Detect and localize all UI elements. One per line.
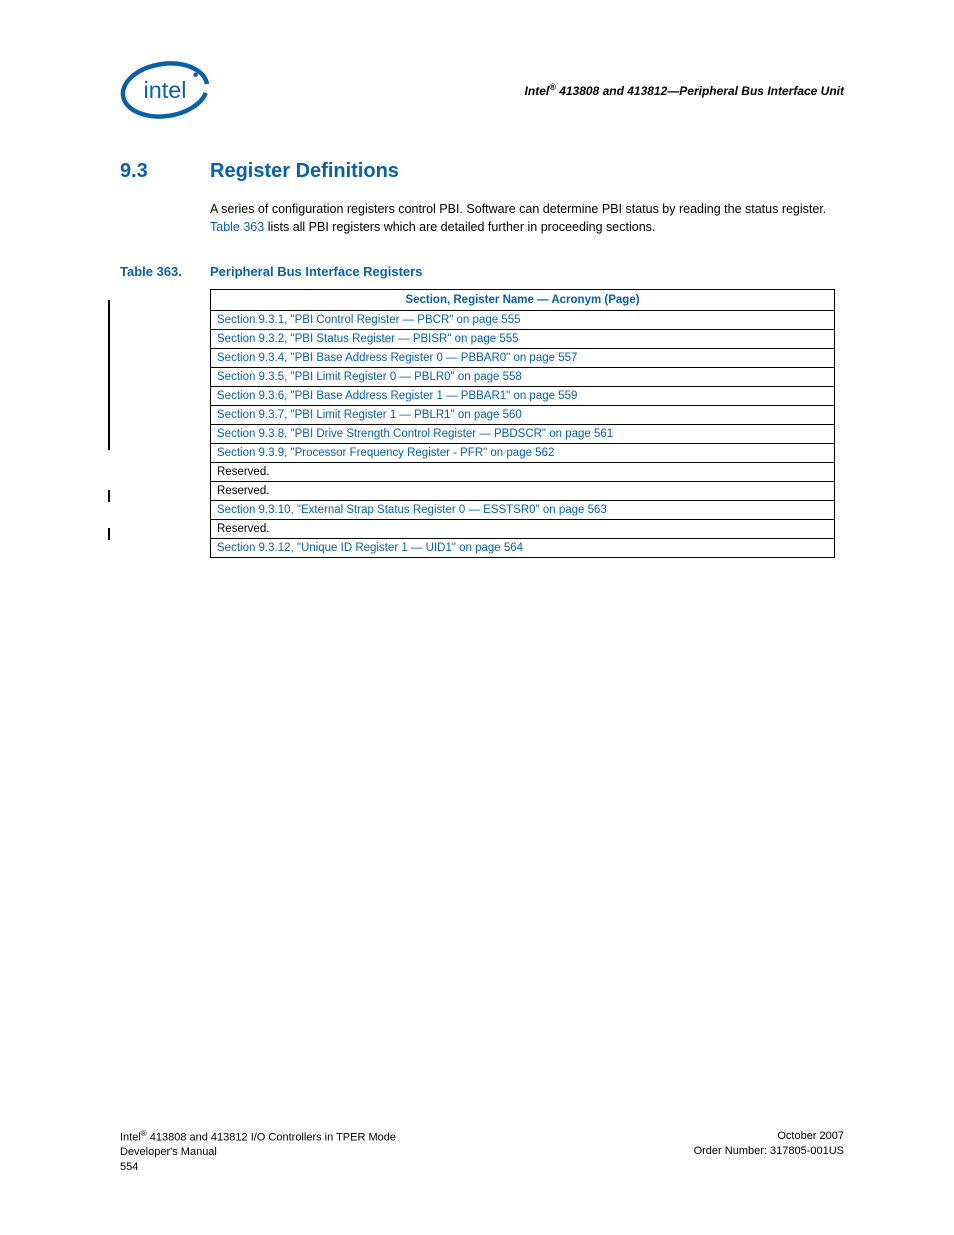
section-title: Register Definitions: [210, 160, 399, 182]
changebar: [108, 528, 110, 540]
table-row: Section 9.3.9, "Processor Frequency Regi…: [211, 444, 835, 463]
changebar: [108, 300, 110, 450]
table-row: Section 9.3.5, "PBI Limit Register 0 — P…: [211, 368, 835, 387]
register-link-cell[interactable]: Section 9.3.5, "PBI Limit Register 0 — P…: [211, 368, 835, 387]
changebar: [108, 490, 110, 502]
section-number: 9.3: [120, 160, 210, 183]
reserved-cell: Reserved.: [211, 520, 835, 539]
reserved-cell: Reserved.: [211, 463, 835, 482]
intel-logo: intel: [120, 60, 210, 120]
register-link-cell[interactable]: Section 9.3.2, "PBI Status Register — PB…: [211, 330, 835, 349]
table-row: Section 9.3.2, "PBI Status Register — PB…: [211, 330, 835, 349]
register-link-cell[interactable]: Section 9.3.12, "Unique ID Register 1 — …: [211, 539, 835, 558]
register-link-cell[interactable]: Section 9.3.6, "PBI Base Address Registe…: [211, 387, 835, 406]
table-row: Section 9.3.6, "PBI Base Address Registe…: [211, 387, 835, 406]
table-row: Section 9.3.12, "Unique ID Register 1 — …: [211, 539, 835, 558]
running-header: Intel® 413808 and 413812—Peripheral Bus …: [525, 82, 844, 98]
footer-left: Intel® 413808 and 413812 I/O Controllers…: [120, 1129, 396, 1175]
register-link-cell[interactable]: Section 9.3.8, "PBI Drive Strength Contr…: [211, 425, 835, 444]
table-caption: Table 363.Peripheral Bus Interface Regis…: [120, 264, 844, 279]
table-row: Section 9.3.7, "PBI Limit Register 1 — P…: [211, 406, 835, 425]
body-paragraph: A series of configuration registers cont…: [210, 201, 844, 236]
table-row: Section 9.3.10, "External Strap Status R…: [211, 501, 835, 520]
page-number: 554: [120, 1161, 138, 1173]
table-row: Reserved.: [211, 482, 835, 501]
register-link-cell[interactable]: Section 9.3.7, "PBI Limit Register 1 — P…: [211, 406, 835, 425]
table-row: Section 9.3.1, "PBI Control Register — P…: [211, 311, 835, 330]
table-header: Section, Register Name — Acronym (Page): [211, 290, 835, 311]
register-link-cell[interactable]: Section 9.3.9, "Processor Frequency Regi…: [211, 444, 835, 463]
svg-text:intel: intel: [144, 77, 187, 103]
register-link-cell[interactable]: Section 9.3.4, "PBI Base Address Registe…: [211, 349, 835, 368]
table-row: Reserved.: [211, 463, 835, 482]
register-table: Section, Register Name — Acronym (Page) …: [210, 289, 835, 558]
register-link-cell[interactable]: Section 9.3.10, "External Strap Status R…: [211, 501, 835, 520]
table-row: Section 9.3.4, "PBI Base Address Registe…: [211, 349, 835, 368]
footer-right: October 2007 Order Number: 317805-001US: [694, 1129, 844, 1175]
reserved-cell: Reserved.: [211, 482, 835, 501]
table-row: Section 9.3.8, "PBI Drive Strength Contr…: [211, 425, 835, 444]
table-row: Reserved.: [211, 520, 835, 539]
section-heading: 9.3Register Definitions: [120, 160, 844, 183]
register-link-cell[interactable]: Section 9.3.1, "PBI Control Register — P…: [211, 311, 835, 330]
table-xref[interactable]: Table 363: [210, 220, 264, 234]
